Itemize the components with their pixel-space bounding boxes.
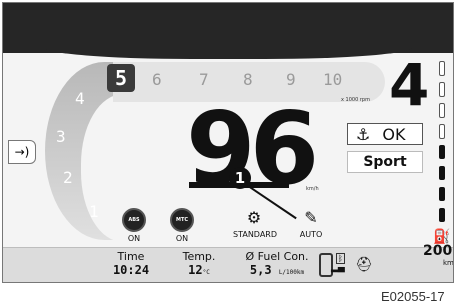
- dashboard-display: 4 3 2 1 5 6 7 8 9 10 x 1000 rpm 4 →) 96 …: [2, 2, 454, 283]
- rpm-scale-label: 7: [199, 70, 209, 89]
- rpm-unit: x 1000 rpm: [341, 97, 370, 103]
- callout-marker: 1: [229, 167, 251, 189]
- signal-icon: ▂▄: [331, 263, 345, 273]
- mtc-indicator: MTC ON: [161, 208, 203, 243]
- rpm-arc-label: 3: [56, 127, 66, 146]
- menu-arrow-icon[interactable]: →): [8, 140, 36, 164]
- riding-mode: Sport: [347, 151, 423, 173]
- speed-unit: km/h: [306, 186, 319, 192]
- auto-shift-indicator: ✎ AUTO: [290, 208, 332, 239]
- helmet-icon: ⛑: [355, 257, 373, 273]
- rpm-scale-label: 6: [152, 70, 162, 89]
- time-block: Time 10:24: [112, 250, 150, 277]
- rpm-scale-label: 10: [323, 70, 343, 89]
- top-band: [3, 3, 453, 59]
- anchor-icon: ⚓: [356, 124, 371, 144]
- engine-map-icon: ⚙: [246, 208, 262, 227]
- gear-indicator: 4: [389, 51, 430, 119]
- fuel-consumption-block: Ø Fuel Con. 5,3 L/100km: [245, 250, 309, 277]
- rpm-arc-label: 4: [75, 89, 85, 108]
- status-box: ⚓ OK: [347, 123, 423, 145]
- range-unit: km: [443, 259, 454, 267]
- range-value: 200: [423, 243, 453, 259]
- rpm-scale-label: 9: [286, 70, 296, 89]
- temperature-block: Temp. 12°C: [182, 250, 216, 277]
- rpm-arc-label: 2: [63, 168, 73, 187]
- status-ok-label: OK: [382, 124, 406, 144]
- rpm-scale-label: 8: [243, 70, 253, 89]
- abs-icon: ABS: [122, 208, 146, 232]
- auto-shift-icon: ✎: [304, 208, 318, 227]
- abs-indicator: ABS ON: [113, 208, 155, 243]
- info-bar: [3, 247, 453, 282]
- rpm-arc-label: 1: [89, 202, 99, 221]
- mtc-icon: MTC: [170, 208, 194, 232]
- engine-map-indicator: ⚙ STANDARD: [233, 208, 278, 239]
- figure-code: E02055-17: [381, 289, 445, 304]
- rpm-current-marker: 5: [107, 64, 135, 92]
